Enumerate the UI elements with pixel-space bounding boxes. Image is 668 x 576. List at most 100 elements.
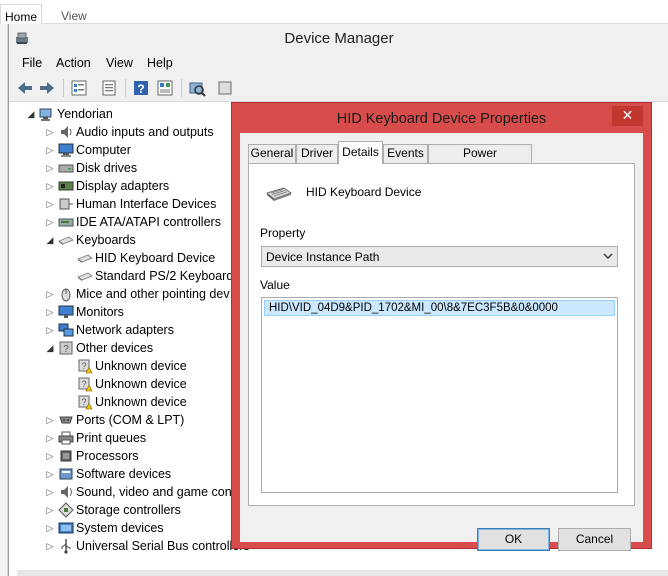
- storage-controller-icon: [58, 502, 74, 518]
- dialog-close-button[interactable]: ✕: [612, 106, 643, 126]
- collapsed-triangle-icon[interactable]: ▷: [45, 144, 55, 156]
- tab-details[interactable]: Details: [338, 141, 383, 164]
- tree-item-label: Software devices: [76, 467, 172, 481]
- svg-text:?: ?: [81, 361, 86, 371]
- tab-power-management[interactable]: Power Management: [428, 144, 532, 177]
- system-device-icon: [58, 522, 74, 534]
- port-icon: [59, 416, 73, 424]
- expanded-triangle-icon[interactable]: ◢: [26, 108, 36, 120]
- menu-view[interactable]: View: [106, 56, 133, 70]
- collapsed-triangle-icon[interactable]: ▷: [45, 306, 55, 318]
- tree-item-label: Other devices: [76, 341, 154, 355]
- list-item[interactable]: HID\VID_04D9&PID_1702&MI_00\8&7EC3F5B&0&…: [264, 300, 615, 316]
- tree-item-label: Processors: [76, 449, 139, 463]
- network-adapter-icon: [58, 323, 74, 337]
- menu-action[interactable]: Action: [56, 56, 91, 70]
- collapsed-triangle-icon[interactable]: ▷: [45, 504, 55, 516]
- keyboard-icon: [77, 254, 93, 263]
- scan-hardware-icon[interactable]: [187, 78, 207, 98]
- tab-general[interactable]: General: [248, 144, 296, 163]
- window-title: Device Manager: [284, 30, 394, 47]
- tree-item-label: Audio inputs and outputs: [76, 125, 214, 139]
- dialog-title-bar: HID Keyboard Device Properties ✕: [232, 103, 651, 133]
- tree-item-label: Ports (COM & LPT): [76, 413, 185, 427]
- svg-text:?: ?: [63, 344, 69, 355]
- unknown-device-warning-icon: ?: [78, 377, 93, 392]
- device-manager-window: Device Manager File Action View Help ? ◢…: [8, 24, 668, 576]
- menu-help[interactable]: Help: [147, 56, 173, 70]
- tree-item-label: Sound, video and game con: [76, 485, 232, 499]
- tree-item-label: System devices: [76, 521, 164, 535]
- collapsed-triangle-icon[interactable]: ▷: [45, 432, 55, 444]
- cancel-button[interactable]: Cancel: [558, 528, 631, 551]
- collapsed-triangle-icon[interactable]: ▷: [45, 180, 55, 192]
- tree-item-label: Keyboards: [76, 233, 136, 247]
- tree-item-label: HID Keyboard Device: [95, 251, 216, 265]
- property-dropdown[interactable]: Device Instance Path: [261, 246, 618, 267]
- display-adapter-icon: [58, 181, 74, 191]
- collapsed-triangle-icon[interactable]: ▷: [45, 198, 55, 210]
- collapsed-triangle-icon[interactable]: ▷: [45, 486, 55, 498]
- keyboard-icon: [77, 272, 93, 281]
- collapsed-triangle-icon[interactable]: ▷: [45, 216, 55, 228]
- dialog-body: General Driver Details Events Power Mana…: [240, 133, 643, 551]
- update-driver-icon[interactable]: [215, 78, 235, 98]
- tree-item-label: Human Interface Devices: [76, 197, 217, 211]
- value-listbox[interactable]: HID\VID_04D9&PID_1702&MI_00\8&7EC3F5B&0&…: [261, 297, 618, 493]
- svg-text:?: ?: [137, 82, 144, 96]
- toolbar: ?: [9, 74, 668, 102]
- properties-view-icon[interactable]: [69, 78, 89, 98]
- tab-events[interactable]: Events: [383, 144, 428, 163]
- other-devices-icon: ?: [59, 341, 73, 355]
- horizontal-scrollbar[interactable]: [17, 570, 668, 576]
- property-selected-value: Device Instance Path: [266, 250, 380, 264]
- collapsed-triangle-icon[interactable]: ▷: [45, 414, 55, 426]
- collapsed-triangle-icon[interactable]: ▷: [45, 288, 55, 300]
- menu-bar: File Action View Help: [9, 52, 668, 74]
- expanded-triangle-icon[interactable]: ◢: [45, 234, 55, 246]
- tree-item-label: Display adapters: [76, 179, 170, 193]
- menu-file[interactable]: File: [22, 56, 42, 70]
- details-panel: HID Keyboard Device Property Device Inst…: [248, 163, 635, 506]
- collapsed-triangle-icon[interactable]: ▷: [45, 468, 55, 480]
- tree-item-label: Storage controllers: [76, 503, 181, 517]
- collapsed-triangle-icon[interactable]: ▷: [45, 162, 55, 174]
- ribbon-tab-view[interactable]: View: [61, 9, 87, 23]
- back-arrow-icon[interactable]: [15, 78, 35, 98]
- ribbon-tab-home[interactable]: Home: [0, 4, 43, 24]
- svg-text:?: ?: [81, 379, 86, 389]
- tree-item-label: Standard PS/2 Keyboard: [95, 269, 234, 283]
- help-icon[interactable]: ?: [131, 78, 151, 98]
- tab-driver[interactable]: Driver: [296, 144, 338, 163]
- collapsed-triangle-icon[interactable]: ▷: [45, 450, 55, 462]
- unknown-device-warning-icon: ?: [78, 359, 93, 374]
- expanded-triangle-icon[interactable]: ◢: [45, 342, 55, 354]
- tree-item-label: Yendorian: [57, 107, 113, 121]
- value-text: HID\VID_04D9&PID_1702&MI_00\8&7EC3F5B&0&…: [269, 302, 558, 314]
- ide-controller-icon: [58, 218, 74, 227]
- list-view-icon[interactable]: [99, 78, 119, 98]
- ok-button[interactable]: OK: [477, 528, 550, 551]
- tree-item-label: IDE ATA/ATAPI controllers: [76, 215, 221, 229]
- collapsed-triangle-icon[interactable]: ▷: [45, 126, 55, 138]
- usb-icon: [61, 539, 71, 554]
- unknown-device-warning-icon: ?: [78, 395, 93, 410]
- forward-arrow-icon[interactable]: [37, 78, 57, 98]
- collapsed-triangle-icon[interactable]: ▷: [45, 522, 55, 534]
- collapsed-triangle-icon[interactable]: ▷: [45, 324, 55, 336]
- tree-item-label: Mice and other pointing dev: [76, 287, 230, 301]
- sound-icon: [61, 486, 72, 498]
- background-ribbon: Home View: [0, 0, 668, 24]
- dialog-title: HID Keyboard Device Properties: [336, 111, 547, 127]
- tree-item-label: Unknown device: [95, 395, 187, 409]
- collapsed-triangle-icon[interactable]: ▷: [45, 540, 55, 552]
- computer-icon: [58, 143, 74, 157]
- keyboard-icon: [266, 187, 292, 201]
- software-device-icon: [59, 468, 73, 480]
- mouse-icon: [61, 288, 71, 302]
- tree-item-label: Computer: [76, 143, 131, 157]
- tree-item-label: Unknown device: [95, 359, 187, 373]
- device-view-icon[interactable]: [155, 78, 175, 98]
- processor-icon: [60, 450, 72, 462]
- tree-item-label: Print queues: [76, 431, 147, 445]
